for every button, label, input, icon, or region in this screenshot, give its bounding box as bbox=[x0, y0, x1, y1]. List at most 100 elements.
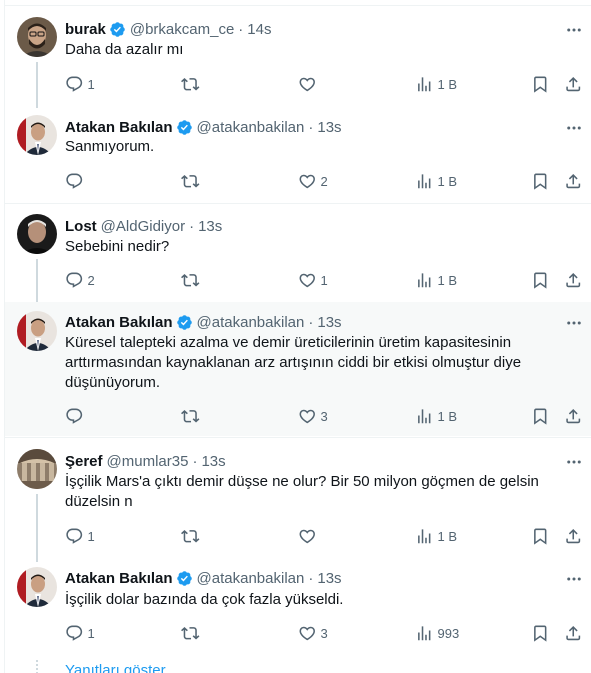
more-icon[interactable] bbox=[565, 570, 583, 588]
share-button[interactable] bbox=[564, 270, 583, 290]
reply-icon bbox=[65, 527, 84, 546]
more-icon[interactable] bbox=[565, 314, 583, 332]
views-icon bbox=[415, 624, 434, 643]
avatar[interactable] bbox=[17, 311, 57, 351]
reply-button[interactable]: 1 bbox=[65, 526, 95, 546]
retweet-icon bbox=[181, 624, 200, 643]
views-button[interactable]: 1 B bbox=[415, 270, 457, 290]
views-button[interactable]: 1 B bbox=[415, 526, 457, 546]
like-button[interactable]: 3 bbox=[298, 406, 328, 426]
like-button[interactable] bbox=[298, 74, 321, 94]
like-count: 3 bbox=[320, 408, 328, 424]
bookmark-icon bbox=[531, 624, 550, 643]
verified-badge-icon bbox=[176, 119, 193, 136]
author-handle[interactable]: @atakanbakilan bbox=[197, 119, 305, 136]
bookmark-icon bbox=[531, 407, 550, 426]
like-count: 1 bbox=[320, 272, 328, 288]
share-button[interactable] bbox=[564, 74, 583, 94]
more-icon[interactable] bbox=[565, 21, 583, 39]
retweet-button[interactable] bbox=[181, 74, 204, 94]
author-handle[interactable]: @atakanbakilan bbox=[197, 570, 305, 587]
bookmark-button[interactable] bbox=[531, 270, 550, 290]
reply-count: 1 bbox=[87, 625, 95, 641]
bookmark-button[interactable] bbox=[531, 406, 550, 426]
share-button[interactable] bbox=[564, 623, 583, 643]
retweet-button[interactable] bbox=[181, 406, 204, 426]
views-button[interactable]: 993 bbox=[415, 623, 459, 643]
bookmark-button[interactable] bbox=[531, 74, 550, 94]
like-button[interactable]: 2 bbox=[298, 171, 328, 191]
avatar[interactable] bbox=[17, 449, 57, 489]
retweet-button[interactable] bbox=[181, 171, 204, 191]
more-icon[interactable] bbox=[565, 119, 583, 137]
separator-dot: · bbox=[308, 118, 314, 136]
reply-icon bbox=[65, 407, 84, 426]
timestamp[interactable]: 13s bbox=[201, 453, 225, 470]
bookmark-button[interactable] bbox=[531, 526, 550, 546]
separator-dot: · bbox=[308, 313, 314, 331]
share-icon bbox=[564, 407, 583, 426]
views-icon bbox=[415, 271, 434, 290]
retweet-button[interactable] bbox=[181, 526, 204, 546]
tweet-actions: 2 1 B bbox=[65, 171, 591, 191]
author-name[interactable]: burak bbox=[65, 21, 106, 38]
views-button[interactable]: 1 B bbox=[415, 406, 457, 426]
separator-dot: · bbox=[192, 452, 198, 470]
reply-count: 1 bbox=[87, 76, 95, 92]
timestamp[interactable]: 14s bbox=[247, 21, 271, 38]
like-icon bbox=[298, 624, 317, 643]
bookmark-button[interactable] bbox=[531, 623, 550, 643]
author-handle[interactable]: @brkakcam_ce bbox=[130, 21, 234, 38]
views-button[interactable]: 1 B bbox=[415, 74, 457, 94]
author-handle[interactable]: @atakanbakilan bbox=[197, 314, 305, 331]
view-count: 1 B bbox=[437, 173, 458, 189]
timestamp[interactable]: 13s bbox=[317, 314, 341, 331]
thread-line bbox=[36, 494, 38, 562]
reply-button[interactable]: 1 bbox=[65, 74, 95, 94]
author-name[interactable]: Atakan Bakılan bbox=[65, 119, 173, 136]
share-button[interactable] bbox=[564, 526, 583, 546]
reply-button[interactable]: 1 bbox=[65, 623, 95, 643]
author-handle[interactable]: @AldGidiyor bbox=[101, 218, 185, 235]
retweet-button[interactable] bbox=[181, 623, 204, 643]
like-button[interactable] bbox=[298, 526, 321, 546]
like-icon bbox=[298, 407, 317, 426]
timestamp[interactable]: 13s bbox=[317, 570, 341, 587]
timestamp[interactable]: 13s bbox=[317, 119, 341, 136]
views-button[interactable]: 1 B bbox=[415, 171, 457, 191]
author-name[interactable]: Şeref bbox=[65, 453, 103, 470]
author-name[interactable]: Atakan Bakılan bbox=[65, 314, 173, 331]
thread-line bbox=[36, 62, 38, 108]
avatar[interactable] bbox=[17, 17, 57, 57]
reply-icon bbox=[65, 624, 84, 643]
avatar[interactable] bbox=[17, 214, 57, 254]
avatar[interactable] bbox=[17, 115, 57, 155]
timestamp[interactable]: 13s bbox=[198, 218, 222, 235]
reply-icon bbox=[65, 271, 84, 290]
like-button[interactable]: 1 bbox=[298, 270, 328, 290]
like-button[interactable]: 3 bbox=[298, 623, 328, 643]
tweet-actions: 1 1 B bbox=[65, 526, 591, 546]
share-button[interactable] bbox=[564, 171, 583, 191]
tweet-separator bbox=[5, 203, 591, 204]
reply-button[interactable]: 2 bbox=[65, 270, 95, 290]
like-icon bbox=[298, 75, 317, 94]
verified-badge-icon bbox=[109, 21, 126, 38]
author-name[interactable]: Lost bbox=[65, 218, 97, 235]
tweet-text: Sebebini nedir? bbox=[65, 238, 170, 255]
reply-icon bbox=[65, 172, 84, 191]
share-button[interactable] bbox=[564, 406, 583, 426]
author-name[interactable]: Atakan Bakılan bbox=[65, 570, 173, 587]
show-replies-link[interactable]: Yanıtları göster bbox=[65, 662, 166, 673]
bookmark-button[interactable] bbox=[531, 171, 550, 191]
reply-button[interactable] bbox=[65, 406, 88, 426]
retweet-button[interactable] bbox=[181, 270, 204, 290]
reply-button[interactable] bbox=[65, 171, 88, 191]
tweet-text: İşçilik dolar bazında da çok fazla yükse… bbox=[65, 591, 344, 608]
avatar[interactable] bbox=[17, 567, 57, 607]
tweet-header: Atakan Bakılan @atakanbakilan · 13s bbox=[65, 568, 551, 588]
share-icon bbox=[564, 527, 583, 546]
more-icon[interactable] bbox=[565, 453, 583, 471]
author-handle[interactable]: @mumlar35 bbox=[107, 453, 189, 470]
reply-count: 1 bbox=[87, 528, 95, 544]
